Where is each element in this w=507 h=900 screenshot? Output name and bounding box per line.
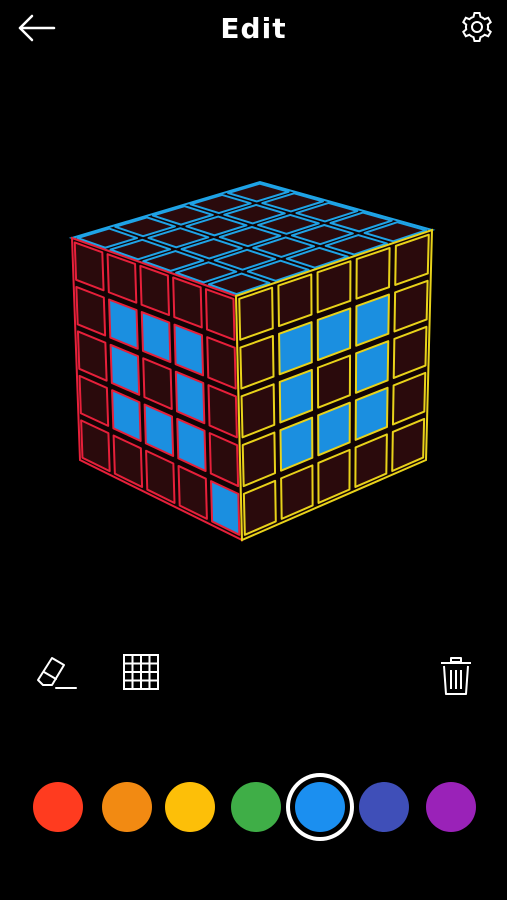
color-swatch-blue[interactable] [295,782,345,832]
cube-3d-view[interactable] [60,170,450,560]
color-swatch-green[interactable] [231,782,281,832]
settings-button[interactable] [456,8,498,46]
gear-icon [462,12,492,42]
color-swatch-red[interactable] [33,782,83,832]
color-palette [0,770,507,850]
trash-icon [441,657,471,695]
color-swatch-yellow[interactable] [165,782,215,832]
cube-canvas[interactable] [60,170,450,560]
grid-icon [123,654,159,690]
color-swatch-purple[interactable] [426,782,476,832]
header-bar: Edit [0,0,507,60]
color-swatch-orange[interactable] [102,782,152,832]
grid-toggle-button[interactable] [118,651,166,695]
color-swatch-indigo[interactable] [359,782,409,832]
delete-button[interactable] [434,654,478,698]
page-title: Edit [220,12,287,45]
eraser-button[interactable] [30,650,82,696]
eraser-icon [37,657,77,689]
